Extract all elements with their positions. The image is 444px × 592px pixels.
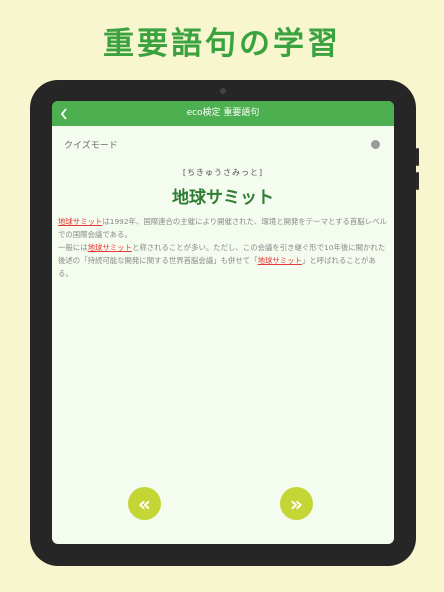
previous-button[interactable]: « [128, 487, 161, 520]
app-screen: eco検定 重要語句 クイズモード [ちきゅうさみっと] 地球サミット 地球サミ… [52, 101, 394, 544]
camera-dot [220, 88, 226, 94]
description-text: は1992年、国際連合の主催により開催された、環境と開発をテーマとする首脳レベル… [58, 217, 387, 239]
quiz-mode-toggle[interactable] [371, 140, 380, 149]
next-button[interactable]: » [280, 487, 313, 520]
double-chevron-left-icon: « [138, 491, 151, 516]
term-title: 地球サミット [172, 188, 274, 208]
term-description: 地球サミットは1992年、国際連合の主催により開催された、環境と開発をテーマとす… [58, 215, 388, 280]
tablet-frame: eco検定 重要語句 クイズモード [ちきゅうさみっと] 地球サミット 地球サミ… [30, 80, 419, 566]
nav-title: eco検定 重要語句 [186, 108, 260, 118]
description-paragraph-2: 一般には地球サミットと称されることが多い。ただし、この会議を引き継ぐ形で10年後… [58, 241, 388, 280]
term-reading: [ちきゅうさみっと] [182, 168, 264, 177]
term-link[interactable]: 地球サミット [88, 243, 132, 252]
promo-headline: 重要語句の学習 [103, 26, 341, 62]
volume-button-2 [416, 172, 419, 190]
double-chevron-right-icon: » [290, 491, 303, 516]
description-paragraph-1: 地球サミットは1992年、国際連合の主催により開催された、環境と開発をテーマとす… [58, 215, 388, 241]
quiz-mode-label: クイズモード [64, 141, 118, 151]
description-text: 一般には [58, 243, 88, 252]
term-link[interactable]: 地球サミット [258, 256, 302, 265]
term-link[interactable]: 地球サミット [58, 217, 102, 226]
quiz-mode-row: クイズモード [62, 138, 384, 152]
volume-button [416, 148, 419, 166]
nav-bar: eco検定 重要語句 [52, 101, 394, 126]
